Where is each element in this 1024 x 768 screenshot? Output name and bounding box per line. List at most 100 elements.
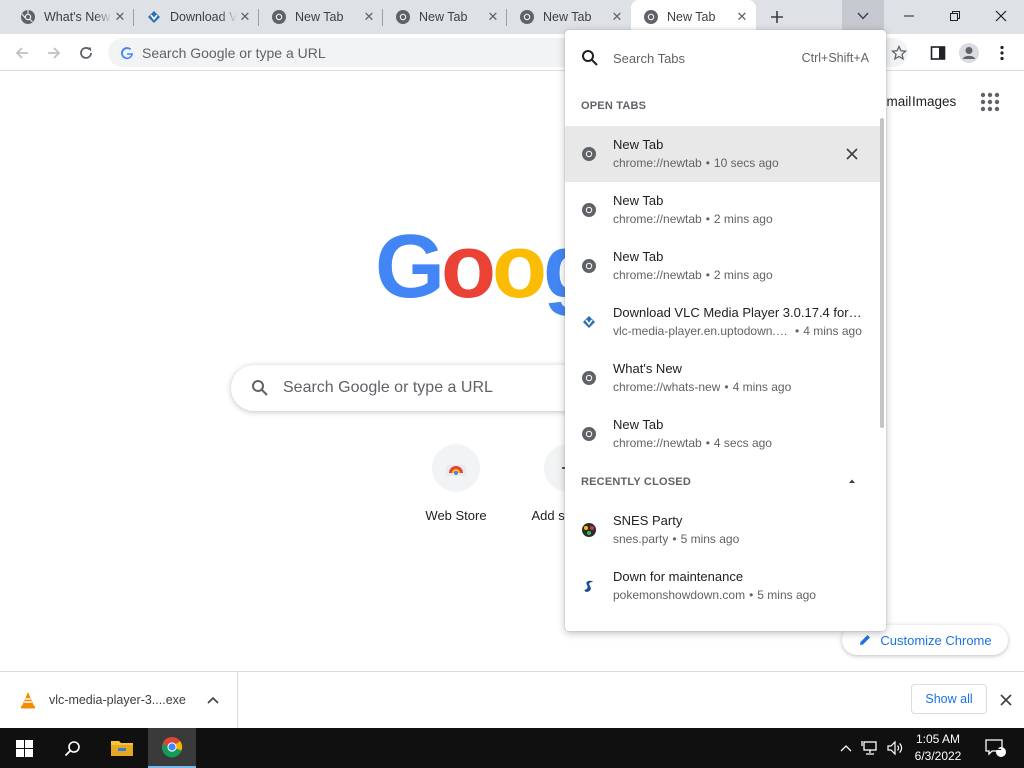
- collapse-arrow-icon[interactable]: [847, 476, 857, 486]
- tab-item-time: 2 mins ago: [713, 268, 773, 282]
- open-tab-item[interactable]: What's New chrome://whats-new • 4 mins ago: [565, 350, 882, 406]
- open-tab-item[interactable]: Download VLC Media Player 3.0.17.4 for W…: [565, 294, 882, 350]
- separator-dot: •: [795, 324, 800, 338]
- tab-item-time: 4 mins ago: [803, 324, 862, 338]
- tab-item-meta: chrome://whats-new • 4 mins ago: [613, 380, 873, 394]
- shortcut-web-store[interactable]: Web Store: [400, 444, 512, 523]
- tab-strip: What's New ✕ Download VLC ✕ New Tab ✕ Ne…: [0, 0, 1024, 34]
- tab-item-title: New Tab: [613, 193, 664, 208]
- shortcut-label: Web Store: [425, 508, 487, 523]
- start-button[interactable]: [0, 728, 48, 768]
- address-input[interactable]: [142, 44, 542, 61]
- uptodown-icon: [148, 11, 160, 23]
- tab-close-icon[interactable]: ✕: [485, 9, 501, 25]
- download-item[interactable]: vlc-media-player-3....exe: [0, 672, 238, 728]
- customize-label: Customize Chrome: [880, 632, 992, 648]
- tab-search-popup: Ctrl+Shift+A OPEN TABS New Tab chrome://…: [565, 30, 886, 631]
- tab-new-tab-2[interactable]: New Tab ✕: [383, 0, 507, 34]
- tab-item-host: vlc-media-player.en.uptodown.com: [613, 324, 791, 338]
- tab-whats-new[interactable]: What's New ✕: [0, 0, 134, 34]
- chrome-color-icon: [161, 737, 183, 758]
- tab-item-title: Download VLC Media Player 3.0.17.4 for W…: [613, 305, 863, 320]
- network-icon: [861, 741, 877, 755]
- tab-new-tab-3[interactable]: New Tab ✕: [507, 0, 631, 34]
- menu-button[interactable]: [989, 40, 1015, 66]
- tab-search-input[interactable]: [613, 50, 783, 66]
- forward-arrow-icon: [48, 47, 61, 59]
- tab-close-icon[interactable]: ✕: [734, 9, 750, 25]
- tab-item-time: 5 mins ago: [680, 532, 740, 546]
- clock-time: 1:05 AM: [915, 732, 961, 746]
- tray-overflow-button[interactable]: [836, 728, 856, 768]
- open-tab-item[interactable]: New Tab chrome://newtab • 10 secs ago: [565, 126, 882, 182]
- apps-grid-icon[interactable]: [980, 92, 1000, 112]
- tab-download-vlc[interactable]: Download VLC ✕: [134, 0, 259, 34]
- show-all-downloads-button[interactable]: Show all: [911, 684, 987, 714]
- taskbar-search-button[interactable]: [48, 728, 96, 768]
- windows-logo-icon: [15, 739, 33, 757]
- tab-close-icon[interactable]: ✕: [361, 9, 377, 25]
- taskbar-clock[interactable]: 1:05 AM 6/3/2022: [908, 731, 968, 765]
- chrome-taskbar-button[interactable]: [148, 728, 196, 768]
- separator-dot: •: [672, 532, 677, 546]
- tab-title: What's New: [44, 10, 111, 24]
- tab-item-title: SNES Party: [613, 513, 683, 528]
- separator-dot: •: [749, 588, 754, 602]
- images-link[interactable]: Images: [912, 94, 956, 109]
- tab-item-title: New Tab: [613, 249, 664, 264]
- recently-closed-item[interactable]: SNES Party snes.party • 5 mins ago: [565, 502, 882, 558]
- clock-date: 6/3/2022: [914, 749, 962, 763]
- tab-search-button[interactable]: [842, 0, 884, 32]
- file-explorer-button[interactable]: [98, 728, 146, 768]
- reload-button[interactable]: [73, 40, 99, 66]
- tab-item-host: pokemonshowdown.com: [613, 588, 746, 602]
- plus-icon: [771, 11, 783, 23]
- chevron-up-icon: [840, 745, 852, 752]
- minimize-button[interactable]: [886, 0, 932, 32]
- tab-close-icon[interactable]: ✕: [609, 9, 625, 25]
- star-icon: [891, 45, 907, 61]
- bookmark-button[interactable]: [886, 40, 912, 66]
- separator-dot: •: [705, 436, 710, 450]
- action-center-button[interactable]: 2: [978, 728, 1012, 768]
- open-tab-item[interactable]: New Tab chrome://newtab • 4 secs ago: [565, 406, 882, 462]
- side-panel-button[interactable]: [925, 40, 951, 66]
- notification-icon: [985, 739, 1006, 757]
- tab-close-icon[interactable]: ✕: [237, 9, 253, 25]
- pokemon-showdown-icon: [584, 580, 593, 592]
- search-icon: [252, 380, 268, 396]
- network-button[interactable]: [858, 728, 882, 768]
- open-tab-item[interactable]: New Tab chrome://newtab • 2 mins ago: [565, 238, 882, 294]
- recently-closed-item[interactable]: Down for maintenance pokemonshowdown.com…: [565, 558, 882, 614]
- open-tab-item[interactable]: New Tab chrome://newtab • 2 mins ago: [565, 182, 882, 238]
- forward-button[interactable]: [41, 40, 67, 66]
- download-bar: vlc-media-player-3....exe Show all: [0, 671, 1024, 728]
- new-tab-button[interactable]: [764, 5, 790, 29]
- close-icon[interactable]: [844, 146, 860, 162]
- tab-new-tab-active[interactable]: New Tab ✕: [631, 0, 756, 34]
- close-icon[interactable]: [998, 692, 1014, 708]
- tab-item-host: chrome://newtab: [613, 268, 702, 282]
- side-panel-icon: [930, 46, 946, 60]
- uptodown-icon: [583, 316, 595, 328]
- restore-button[interactable]: [932, 0, 978, 32]
- profile-button[interactable]: [956, 40, 982, 66]
- reload-icon: [80, 47, 92, 59]
- tab-search-scrollbar[interactable]: [880, 118, 884, 428]
- tab-close-icon[interactable]: ✕: [112, 9, 128, 25]
- tab-item-host: snes.party: [613, 532, 669, 546]
- tab-new-tab-1[interactable]: New Tab ✕: [259, 0, 383, 34]
- tab-search-header: Ctrl+Shift+A: [565, 30, 886, 86]
- more-vert-icon: [1000, 45, 1004, 61]
- volume-button[interactable]: [883, 728, 907, 768]
- chevron-up-icon[interactable]: [206, 694, 220, 706]
- back-button[interactable]: [9, 40, 35, 66]
- tab-item-host: chrome://newtab: [613, 212, 702, 226]
- recently-closed-heading: RECENTLY CLOSED: [581, 476, 691, 488]
- tab-item-time: 5 mins ago: [757, 588, 816, 602]
- close-window-button[interactable]: [978, 0, 1024, 32]
- tab-item-title: New Tab: [613, 137, 664, 152]
- chevron-down-icon: [857, 12, 869, 20]
- close-icon: [995, 10, 1007, 22]
- chrome-icon: [520, 10, 534, 24]
